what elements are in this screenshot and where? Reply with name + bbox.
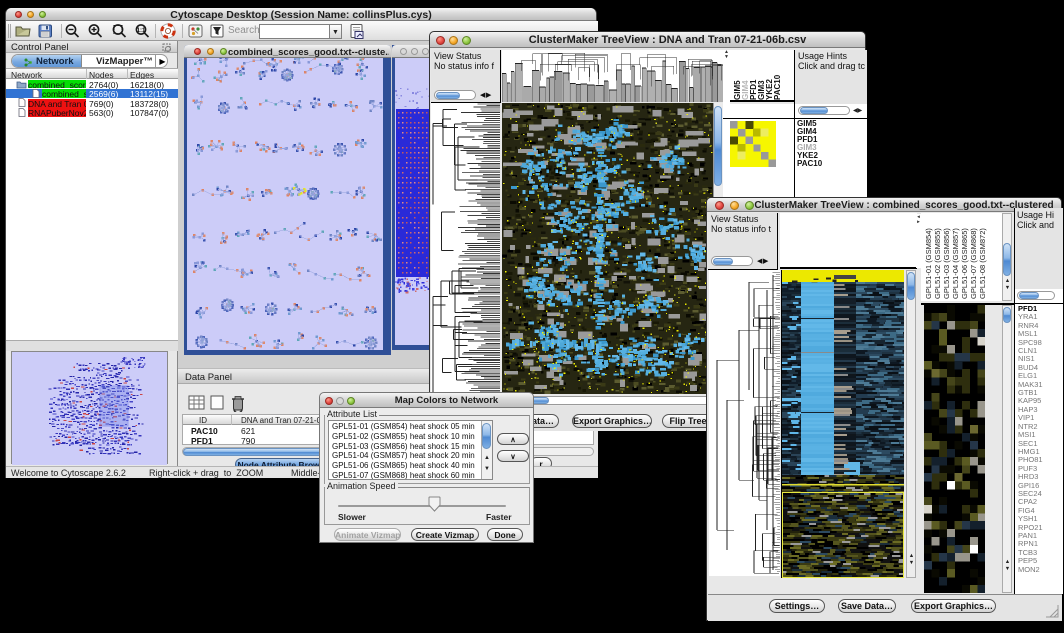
svg-text:1:1: 1:1 xyxy=(137,28,146,34)
svg-text:GPL51-04 (GSM857): GPL51-04 (GSM857) xyxy=(951,228,960,299)
svg-text:GPL51-08 (GSM872): GPL51-08 (GSM872) xyxy=(978,228,987,299)
svg-text:GPL51-01 (GSM854): GPL51-01 (GSM854) xyxy=(924,228,933,299)
svg-text:GPL51-06 (GSM865): GPL51-06 (GSM865) xyxy=(960,228,969,299)
svg-text:GPL51-02 (GSM855): GPL51-02 (GSM855) xyxy=(933,228,942,299)
svg-text:PAC10: PAC10 xyxy=(773,74,782,100)
svg-text:GPL51-07 (GSM868): GPL51-07 (GSM868) xyxy=(969,228,978,299)
svg-text:GPL51-03 (GSM856): GPL51-03 (GSM856) xyxy=(942,228,951,299)
